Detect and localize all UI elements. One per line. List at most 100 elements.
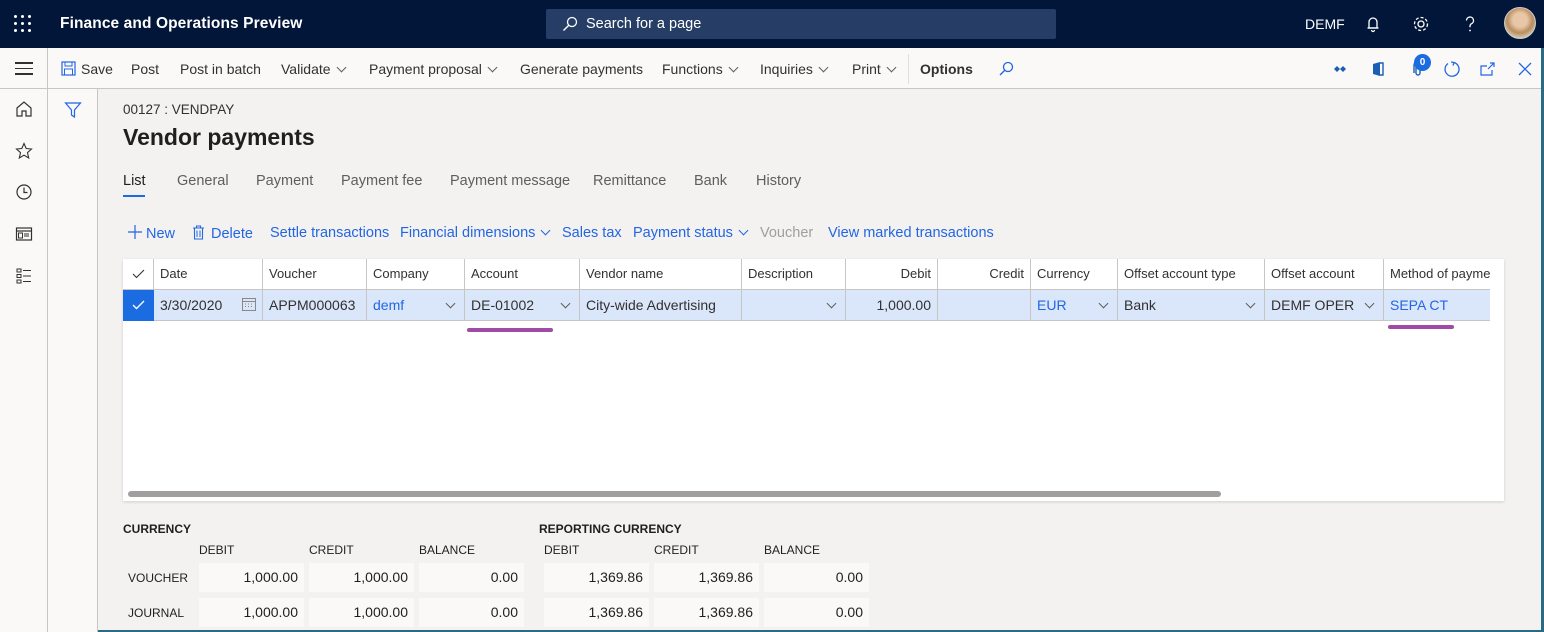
chevron-down-icon [738, 225, 749, 236]
open-new-window-icon[interactable] [1478, 59, 1498, 79]
currency-value: EUR [1037, 297, 1067, 313]
row-select-checkbox[interactable] [123, 290, 154, 321]
bell-icon[interactable] [1362, 13, 1384, 35]
search-input[interactable]: Search for a page [546, 9, 1056, 39]
cell-currency[interactable]: EUR [1031, 290, 1118, 321]
horizontal-scrollbar[interactable] [128, 491, 1221, 497]
col-header-currency[interactable]: Currency [1031, 259, 1118, 290]
col-header-voucher[interactable]: Voucher [263, 259, 367, 290]
payments-grid: Date Voucher Company Account Vendor name… [123, 259, 1504, 501]
col-header-account[interactable]: Account [465, 259, 580, 290]
col-header-debit[interactable]: Debit [846, 259, 938, 290]
action-search-icon[interactable] [996, 59, 1016, 79]
modules-list-icon[interactable] [15, 267, 33, 285]
chevron-down-icon[interactable] [445, 298, 456, 309]
chevron-down-icon[interactable] [1245, 298, 1256, 309]
col-header-method-of-payment[interactable]: Method of paymer [1384, 259, 1490, 290]
col-header-date[interactable]: Date [154, 259, 263, 290]
office-icon[interactable] [1368, 59, 1388, 79]
select-all-checkbox[interactable] [123, 259, 154, 290]
chevron-down-icon[interactable] [1098, 298, 1109, 309]
cell-offset-account[interactable]: DEMF OPER [1265, 290, 1384, 321]
chevron-down-icon[interactable] [1364, 298, 1375, 309]
chevron-down-icon [540, 225, 551, 236]
app-title[interactable]: Finance and Operations Preview [60, 15, 302, 33]
cell-method-of-payment[interactable]: SEPA CT [1384, 290, 1490, 321]
cell-offset-account-type[interactable]: Bank [1118, 290, 1265, 321]
star-icon[interactable] [15, 142, 33, 160]
avatar[interactable] [1504, 7, 1536, 39]
tab-remittance[interactable]: Remittance [593, 173, 666, 189]
col-header-company[interactable]: Company [367, 259, 465, 290]
home-icon[interactable] [15, 100, 33, 118]
delete-button[interactable]: Delete [192, 225, 253, 242]
inquiries-menu[interactable]: Inquiries [760, 61, 829, 77]
action-pane-divider [908, 54, 909, 84]
tab-payment-message[interactable]: Payment message [450, 173, 570, 189]
action-pane: Save Post Post in batch Validate Payment… [48, 48, 1544, 89]
inquiries-label: Inquiries [760, 61, 813, 77]
clock-icon[interactable] [15, 183, 33, 201]
sales-tax-button[interactable]: Sales tax [562, 225, 622, 241]
settle-transactions-button[interactable]: Settle transactions [270, 225, 389, 241]
filter-icon[interactable] [64, 101, 82, 119]
tab-list[interactable]: List [123, 173, 146, 189]
generate-payments-button[interactable]: Generate payments [520, 61, 643, 77]
new-label: New [146, 226, 176, 242]
cell-vendor-name[interactable]: City-wide Advertising [580, 290, 742, 321]
active-tab-indicator [123, 195, 145, 197]
cell-debit[interactable]: 1,000.00 [846, 290, 938, 321]
payment-status-menu[interactable]: Payment status [633, 225, 749, 241]
view-marked-transactions-button[interactable]: View marked transactions [828, 225, 994, 241]
save-button[interactable]: Save [61, 61, 113, 77]
financial-dimensions-menu[interactable]: Financial dimensions [400, 225, 551, 241]
currency-debit-label: DEBIT [199, 543, 235, 557]
chevron-down-icon[interactable] [826, 298, 837, 309]
chevron-down-icon[interactable] [560, 298, 571, 309]
help-icon[interactable] [1459, 13, 1481, 35]
print-menu[interactable]: Print [852, 61, 897, 77]
page-title: Vendor payments [123, 124, 315, 150]
chevron-down-icon [728, 62, 739, 73]
functions-menu[interactable]: Functions [662, 61, 739, 77]
col-header-credit[interactable]: Credit [938, 259, 1031, 290]
payment-proposal-menu[interactable]: Payment proposal [369, 61, 498, 77]
chevron-down-icon [886, 62, 897, 73]
col-header-offset-account[interactable]: Offset account [1265, 259, 1384, 290]
tab-payment[interactable]: Payment [256, 173, 313, 189]
calendar-icon[interactable] [242, 298, 256, 311]
col-header-description[interactable]: Description [742, 259, 846, 290]
cell-company[interactable]: demf [367, 290, 465, 321]
gear-icon[interactable] [1410, 13, 1432, 35]
col-header-offset-account-type[interactable]: Offset account type [1118, 259, 1265, 290]
new-button[interactable]: New [128, 225, 175, 242]
tab-history[interactable]: History [756, 173, 801, 189]
top-nav-bar: Finance and Operations Preview Search fo… [0, 0, 1544, 48]
cell-date[interactable]: 3/30/2020 [154, 290, 263, 321]
journal-row-label: JOURNAL [128, 606, 185, 620]
tab-general[interactable]: General [177, 173, 229, 189]
workspace-icon[interactable] [15, 225, 33, 243]
post-button[interactable]: Post [131, 61, 159, 77]
cell-description[interactable] [742, 290, 846, 321]
page-caption: 00127 : VENDPAY [123, 102, 235, 117]
currency-balance-label: BALANCE [419, 543, 476, 557]
offset-account-type-value: Bank [1124, 297, 1156, 313]
waffle-icon[interactable] [14, 15, 32, 33]
company-picker[interactable]: DEMF [1305, 16, 1345, 32]
close-icon[interactable] [1515, 59, 1535, 79]
connector-icon[interactable] [1330, 59, 1350, 79]
validate-menu[interactable]: Validate [281, 61, 347, 77]
post-in-batch-button[interactable]: Post in batch [180, 61, 261, 77]
cell-voucher[interactable]: APPM000063 [263, 290, 367, 321]
hamburger-cell [0, 48, 48, 89]
tab-bank[interactable]: Bank [694, 173, 727, 189]
tab-payment-fee[interactable]: Payment fee [341, 173, 422, 189]
refresh-icon[interactable] [1442, 59, 1462, 79]
options-tab[interactable]: Options [920, 61, 973, 77]
cell-credit[interactable] [938, 290, 1031, 321]
hamburger-icon[interactable] [15, 62, 33, 75]
chevron-down-icon [336, 62, 347, 73]
cell-account[interactable]: DE-01002 [465, 290, 580, 321]
col-header-vendor-name[interactable]: Vendor name [580, 259, 742, 290]
